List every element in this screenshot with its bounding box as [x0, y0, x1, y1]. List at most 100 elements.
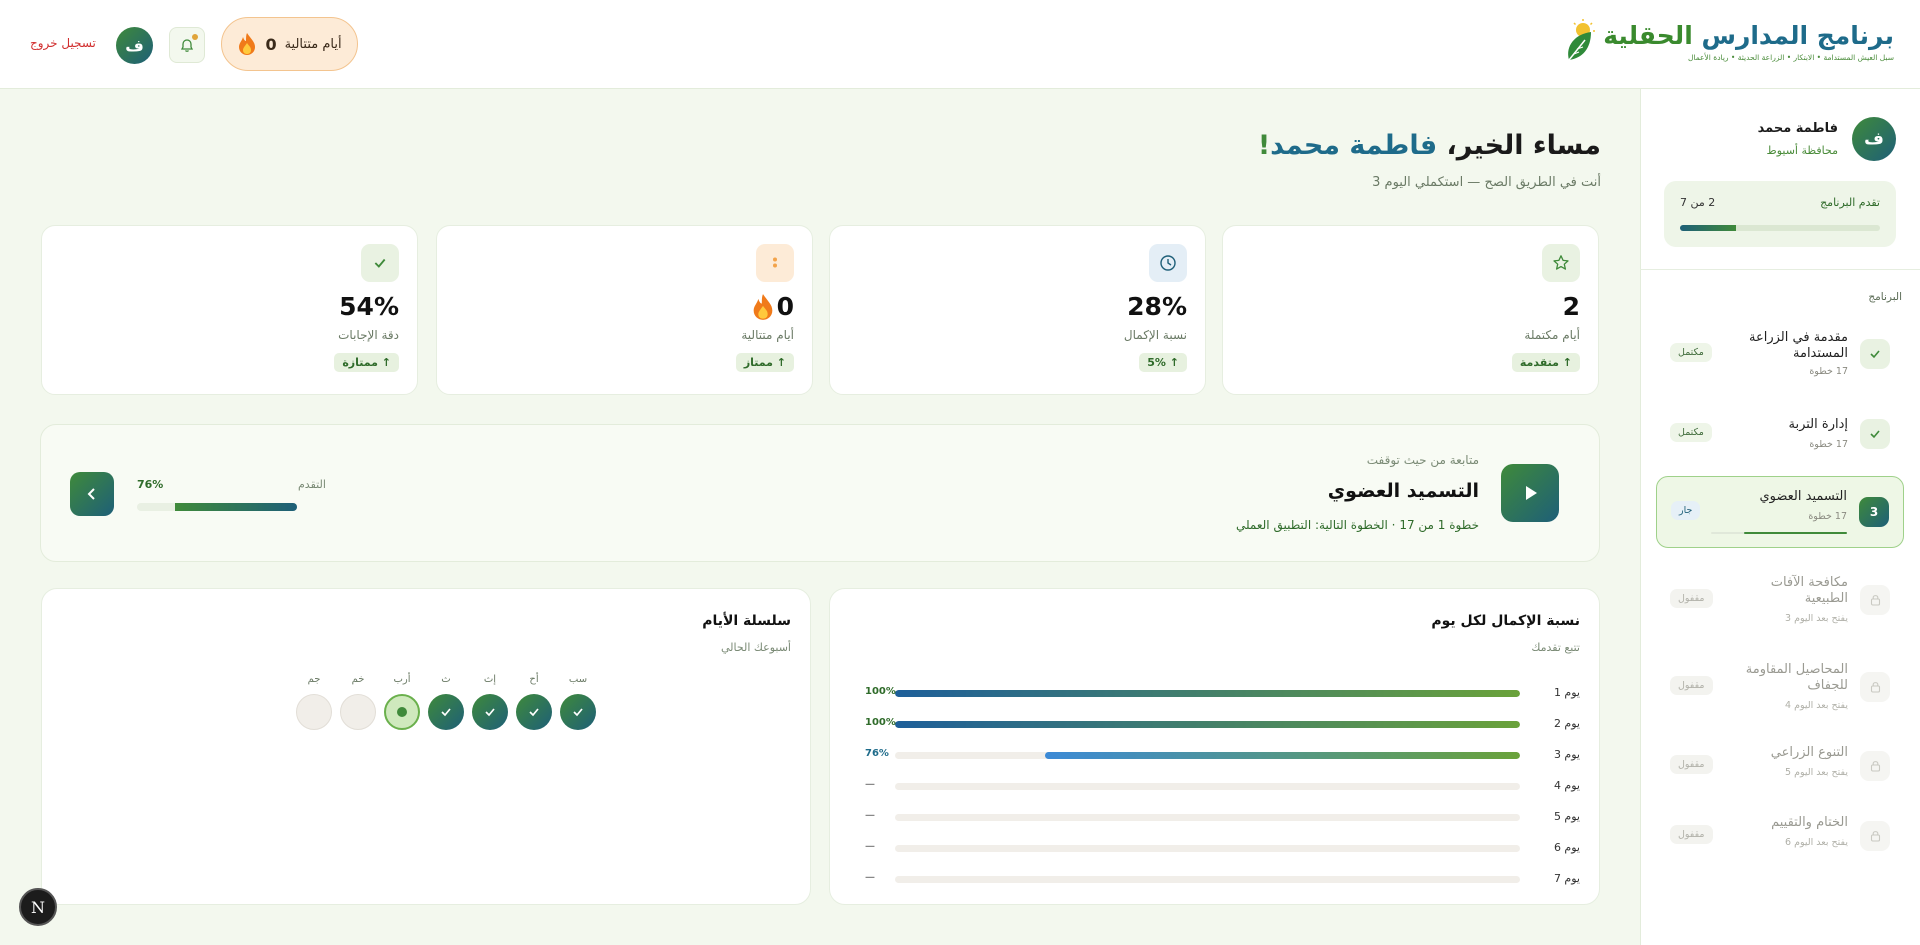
day-progress-track: [895, 721, 1520, 728]
flame-icon: [753, 293, 772, 320]
day-6: خم: [340, 674, 376, 730]
day-label: يوم 4: [1553, 779, 1580, 792]
play-icon: [1526, 486, 1537, 500]
resume-progress-value: 76%: [137, 478, 164, 491]
day-name: إث: [483, 674, 497, 685]
resume-progress-fill: [175, 503, 297, 511]
day-1: سب: [560, 674, 596, 730]
sidebar-module-6[interactable]: التنوع الزراعي يفتح بعد اليوم 5 مقفول: [1656, 739, 1904, 793]
dev-tools-button[interactable]: N: [19, 888, 57, 926]
resume-caption: متابعة من حيث توقفت: [1366, 453, 1479, 467]
module-progress-fill: [1743, 532, 1847, 534]
stat-trend-badge: ↑ ممتاز: [735, 353, 794, 372]
day-7: جم: [296, 674, 332, 730]
program-progress-card: تقدم البرنامج 2 من 7: [1664, 181, 1896, 247]
stat-label: أيام مكتملة: [1524, 328, 1580, 342]
user-avatar[interactable]: ف: [116, 27, 153, 64]
day-completion-row: يوم 2 100%: [865, 717, 1580, 731]
sidebar-module-5[interactable]: المحاصيل المقاومة للجفاف يفتح بعد اليوم …: [1656, 652, 1904, 722]
day-name: أح: [529, 674, 539, 685]
brand-text: برنامج المدارس الحقلية سبل العيش المستدا…: [1603, 21, 1894, 62]
day-percent: —: [865, 779, 875, 790]
resume-card[interactable]: متابعة من حيث توقفت التسميد العضوي خطوة …: [40, 424, 1600, 562]
notification-dot: [192, 34, 198, 40]
sidebar-divider: [1640, 269, 1920, 270]
day-progress-track: [895, 690, 1520, 697]
brand-logo[interactable]: برنامج المدارس الحقلية سبل العيش المستدا…: [1561, 18, 1894, 64]
module-steps: 17 خطوة: [1809, 439, 1848, 450]
program-progress-label: تقدم البرنامج: [1820, 196, 1880, 209]
top-bar: برنامج المدارس الحقلية سبل العيش المستدا…: [0, 0, 1920, 89]
program-progress-count: 2 من 7: [1680, 196, 1716, 209]
module-status-badge: مكتمل: [1670, 423, 1712, 442]
check-icon: [1860, 419, 1890, 449]
stat-label: دقة الإجابات: [338, 328, 399, 342]
sidebar-module-4[interactable]: مكافحة الآفات الطبيعية يفتح بعد اليوم 3 …: [1656, 565, 1904, 635]
resume-progress-label: التقدم: [298, 478, 326, 491]
day-2: أح: [516, 674, 552, 730]
stat-value: 28%: [1127, 292, 1187, 321]
day-percent: —: [865, 810, 875, 821]
card-subtitle: تتبع تقدمك: [1531, 641, 1580, 654]
greeting-subtitle: أنت في الطريق الصح — استكملي اليوم 3: [1372, 175, 1601, 190]
stat-trend-badge: ↑ 5%: [1139, 353, 1187, 372]
module-status-badge: مقفول: [1670, 589, 1713, 608]
streak-pill-count: 0: [265, 34, 277, 54]
day-name: أرب: [393, 674, 411, 685]
sidebar-module-2[interactable]: إدارة التربة 17 خطوة مكتمل: [1656, 409, 1904, 459]
sidebar-module-1[interactable]: مقدمة في الزراعة المستدامة 17 خطوة مكتمل: [1656, 322, 1904, 386]
module-status-badge: مقفول: [1670, 825, 1713, 844]
module-steps: 17 خطوة: [1809, 366, 1848, 377]
module-unlock-hint: يفتح بعد اليوم 4: [1785, 700, 1848, 711]
sidebar-module-7[interactable]: الختام والتقييم يفتح بعد اليوم 6 مقفول: [1656, 809, 1904, 863]
card-title: نسبة الإكمال لكل يوم: [1431, 613, 1580, 629]
clock-icon: [1149, 244, 1187, 282]
streak-week-card: سلسلة الأيام أسبوعك الحالي سب أح إث ث أرب خم ج…: [41, 588, 811, 905]
stat-trend-badge: ↑ متقدمة: [1511, 353, 1580, 372]
day-percent: 76%: [865, 748, 889, 759]
module-title: المحاصيل المقاومة للجفاف: [1745, 662, 1848, 693]
module-unlock-hint: يفتح بعد اليوم 6: [1785, 837, 1848, 848]
day-label: يوم 7: [1553, 872, 1580, 885]
stat-value: 2: [1562, 292, 1580, 321]
stat-value: 0: [776, 292, 794, 321]
day-progress-track: [895, 876, 1520, 883]
star-icon: [1542, 244, 1580, 282]
greeting-prefix: مساء الخير،: [1437, 130, 1601, 161]
day-5: أرب: [384, 674, 420, 730]
module-status-badge: مقفول: [1670, 755, 1713, 774]
flame-icon: [756, 244, 794, 282]
module-unlock-hint: يفتح بعد اليوم 3: [1785, 613, 1848, 624]
module-title: مكافحة الآفات الطبيعية: [1770, 575, 1848, 606]
stat-label: نسبة الإكمال: [1123, 328, 1187, 342]
lock-icon: [1860, 821, 1890, 851]
lock-icon: [1860, 585, 1890, 615]
check-icon: [361, 244, 399, 282]
check-icon: [472, 694, 508, 730]
day-percent: 100%: [865, 717, 896, 728]
continue-button[interactable]: [70, 472, 114, 516]
resume-title: التسميد العضوي: [1327, 480, 1479, 502]
sidebar-module-3[interactable]: 3 التسميد العضوي 17 خطوة جار: [1656, 476, 1904, 548]
day-percent: 100%: [865, 686, 896, 697]
day-name: سب: [568, 674, 588, 685]
card-subtitle: أسبوعك الحالي: [721, 641, 791, 654]
stat-label: أيام متتالية: [741, 328, 794, 342]
day-completion-row: يوم 5 —: [865, 810, 1580, 824]
module-status-badge: مقفول: [1670, 676, 1713, 695]
play-button[interactable]: [1501, 464, 1559, 522]
module-steps: 17 خطوة: [1808, 511, 1847, 522]
day-label: يوم 1: [1553, 686, 1580, 699]
day-completion-row: يوم 6 —: [865, 841, 1580, 855]
notifications-button[interactable]: [169, 27, 205, 63]
chevron-left-icon: [87, 488, 95, 500]
streak-pill[interactable]: أيام متتالية 0: [221, 17, 358, 71]
stat-card-completion-rate: 28% نسبة الإكمال ↑ 5%: [829, 225, 1206, 395]
day-progress-track: [895, 752, 1520, 759]
day-completion-row: يوم 1 100%: [865, 686, 1580, 700]
day-label: يوم 2: [1553, 717, 1580, 730]
daily-completion-card: نسبة الإكمال لكل يوم تتبع تقدمك يوم 1 100…: [829, 588, 1600, 905]
card-title: سلسلة الأيام: [702, 613, 791, 629]
logout-link[interactable]: تسجيل خروج: [30, 36, 96, 50]
day-percent: —: [865, 872, 875, 883]
